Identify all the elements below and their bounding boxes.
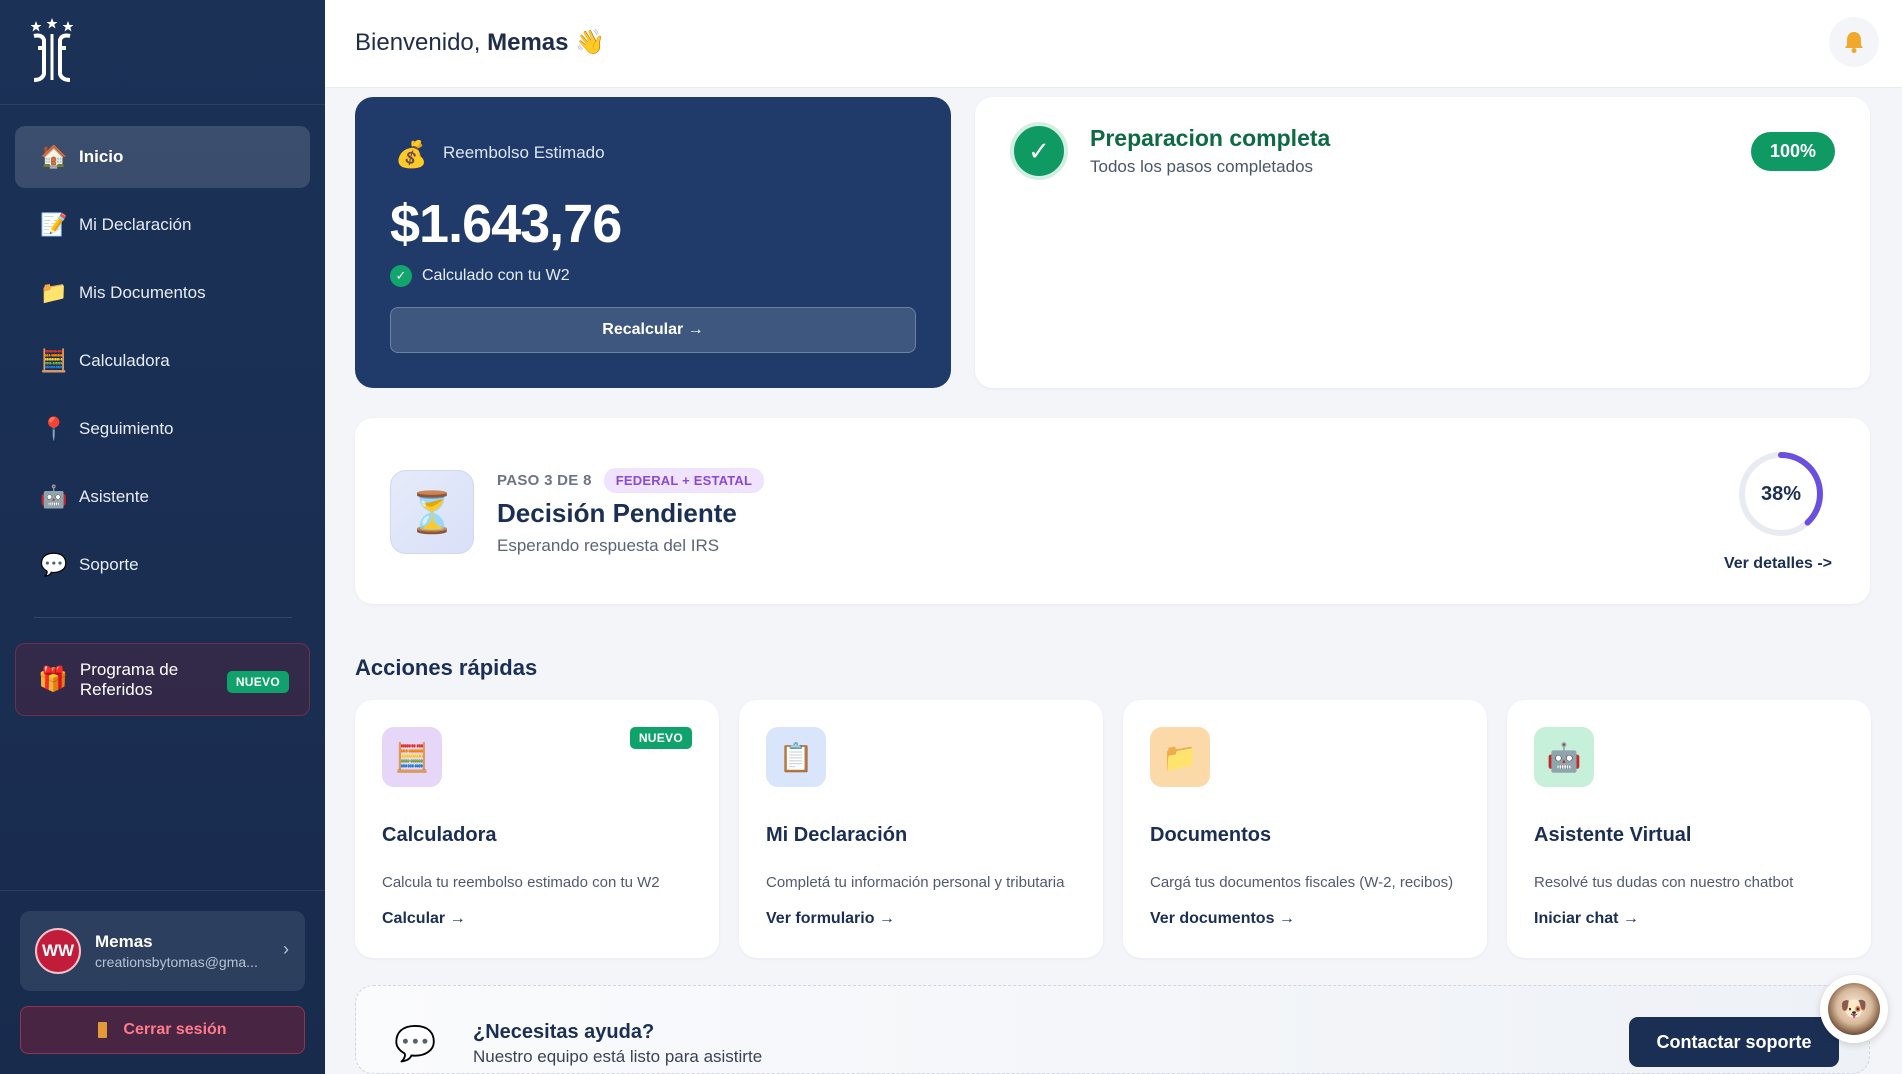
chevron-right-icon: ›	[283, 939, 289, 959]
greeting-text: Bienvenido,	[355, 29, 481, 56]
gift-icon: 🎁	[38, 666, 68, 693]
user-name-heading: Memas	[487, 29, 569, 56]
folder-icon: 📁	[40, 280, 68, 305]
sidebar-item-label: Seguimiento	[79, 419, 174, 438]
quick-actions-title: Acciones rápidas	[355, 655, 538, 680]
recalculate-button[interactable]: Recalcular →	[390, 307, 916, 353]
logout-label: Cerrar sesión	[123, 1021, 227, 1038]
refund-label: Reembolso Estimado	[443, 143, 605, 162]
quick-action-link[interactable]: Iniciar chat →	[1534, 910, 1639, 928]
speech-bubble-icon: 💬	[40, 552, 68, 577]
quick-action-calculadora[interactable]: 🧮 NUEVO Calculadora Calcula tu reembolso…	[355, 700, 719, 958]
house-icon: 🏠	[40, 144, 68, 169]
abacus-icon: 🧮	[382, 727, 442, 787]
help-subtitle: Nuestro equipo está listo para asistirte	[473, 1047, 763, 1066]
calculation-note-text: Calculado con tu W2	[422, 267, 570, 284]
sidebar-item-label: Soporte	[79, 555, 139, 574]
preparation-subtitle: Todos los pasos completados	[1090, 157, 1314, 176]
referral-label: Programa de Referidos	[79, 659, 179, 699]
quick-action-title: Documentos	[1150, 824, 1272, 846]
calculation-note: ✓ Calculado con tu W2	[390, 265, 570, 287]
chat-avatar-button[interactable]: 🐶	[1820, 975, 1888, 1043]
view-details-link[interactable]: Ver detalles ->	[1724, 555, 1832, 573]
abacus-icon: 🧮	[40, 348, 68, 373]
new-badge: NUEVO	[226, 671, 289, 693]
new-badge: NUEVO	[629, 727, 692, 749]
money-bag-icon: 💰	[395, 139, 428, 169]
notifications-button[interactable]	[1829, 17, 1879, 67]
preparation-card: ✓ Preparacion completa Todos los pasos c…	[975, 97, 1870, 388]
door-icon	[98, 1022, 108, 1038]
quick-action-desc: Calcula tu reembolso estimado con tu W2	[382, 874, 660, 891]
pin-icon: 📍	[40, 416, 68, 441]
sidebar-item-mi-declaracion[interactable]: 📝 Mi Declaración	[15, 194, 310, 256]
quick-action-title: Asistente Virtual	[1534, 824, 1692, 846]
quick-action-link[interactable]: Ver formulario →	[766, 910, 895, 928]
sidebar-item-mis-documentos[interactable]: 📁 Mis Documentos	[15, 262, 310, 324]
quick-action-title: Calculadora	[382, 824, 497, 846]
progress-percent: 38%	[1760, 482, 1802, 505]
user-meta: Memas creationsbytomas@gma...	[95, 932, 260, 970]
robot-icon: 🤖	[1534, 727, 1594, 787]
scope-badge: FEDERAL + ESTATAL	[603, 468, 765, 493]
sidebar-item-label: Mis Documentos	[79, 283, 206, 302]
document-pen-icon: 📝	[40, 212, 68, 237]
logo-icon[interactable]	[28, 18, 76, 82]
sidebar-item-label: Asistente	[79, 487, 149, 506]
quick-action-desc: Resolvé tus dudas con nuestro chatbot	[1534, 874, 1794, 891]
sidebar-item-label: Calculadora	[79, 351, 170, 370]
sidebar-item-label: Inicio	[79, 147, 124, 166]
quick-action-asistente[interactable]: 🤖 Asistente Virtual Resolvé tus dudas co…	[1507, 700, 1871, 958]
sidebar-item-seguimiento[interactable]: 📍 Seguimiento	[15, 398, 310, 460]
speech-bubble-icon: 💬	[394, 1025, 437, 1063]
sidebar-item-inicio[interactable]: 🏠 Inicio	[15, 126, 310, 188]
referral-program-link[interactable]: 🎁 Programa de Referidos NUEVO	[15, 643, 310, 716]
sidebar-item-asistente[interactable]: 🤖 Asistente	[15, 466, 310, 528]
wave-icon: 👋	[575, 29, 606, 56]
completion-badge: 100%	[1750, 132, 1835, 171]
divider	[0, 104, 325, 105]
divider	[34, 617, 292, 618]
sidebar-item-soporte[interactable]: 💬 Soporte	[15, 534, 310, 596]
quick-action-link[interactable]: Ver documentos →	[1150, 910, 1295, 928]
quick-action-desc: Completá tu información personal y tribu…	[766, 874, 1065, 891]
refund-card: 💰 Reembolso Estimado $1.643,76 ✓ Calcula…	[355, 97, 951, 388]
welcome-heading: Bienvenido, Memas 👋	[355, 28, 605, 57]
status-card: ⏳ PASO 3 DE 8 FEDERAL + ESTATAL Decisión…	[355, 418, 1870, 604]
folder-icon: 📁	[1150, 727, 1210, 787]
avatar: WW	[35, 928, 81, 974]
hourglass-icon: ⏳	[390, 470, 474, 554]
quick-action-desc: Cargá tus documentos fiscales (W-2, reci…	[1150, 874, 1454, 891]
user-profile-card[interactable]: WW Memas creationsbytomas@gma... ›	[20, 911, 305, 991]
logout-button[interactable]: Cerrar sesión	[20, 1006, 305, 1054]
sidebar: 🏠 Inicio 📝 Mi Declaración 📁 Mis Document…	[0, 0, 325, 1074]
status-title: Decisión Pendiente	[497, 498, 737, 528]
contact-support-button[interactable]: Contactar soporte	[1629, 1017, 1839, 1067]
top-bar: Bienvenido, Memas 👋	[325, 0, 1902, 88]
preparation-title: Preparacion completa	[1090, 125, 1331, 151]
check-circle-icon: ✓	[390, 265, 412, 287]
quick-action-mi-declaracion[interactable]: 📋 Mi Declaración Completá tu información…	[739, 700, 1103, 958]
dog-avatar-icon: 🐶	[1828, 983, 1880, 1035]
divider	[0, 890, 325, 891]
quick-action-title: Mi Declaración	[766, 824, 908, 846]
sidebar-nav: 🏠 Inicio 📝 Mi Declaración 📁 Mis Document…	[15, 126, 310, 602]
user-email: creationsbytomas@gma...	[95, 954, 258, 970]
bell-icon	[1845, 32, 1863, 53]
status-subtitle: Esperando respuesta del IRS	[497, 536, 720, 555]
sidebar-item-label: Mi Declaración	[79, 215, 192, 234]
refund-amount: $1.643,76	[390, 194, 622, 254]
step-meta: PASO 3 DE 8 FEDERAL + ESTATAL	[497, 468, 765, 493]
help-banner: 💬 ¿Necesitas ayuda? Nuestro equipo está …	[355, 985, 1870, 1074]
quick-action-documentos[interactable]: 📁 Documentos Cargá tus documentos fiscal…	[1123, 700, 1487, 958]
step-counter: PASO 3 DE 8	[497, 472, 592, 489]
check-icon: ✓	[1010, 122, 1068, 180]
user-name: Memas	[95, 932, 153, 951]
help-title: ¿Necesitas ayuda?	[473, 1021, 655, 1043]
quick-action-link[interactable]: Calcular →	[382, 910, 466, 928]
robot-icon: 🤖	[40, 484, 68, 509]
clipboard-icon: 📋	[766, 727, 826, 787]
sidebar-item-calculadora[interactable]: 🧮 Calculadora	[15, 330, 310, 392]
